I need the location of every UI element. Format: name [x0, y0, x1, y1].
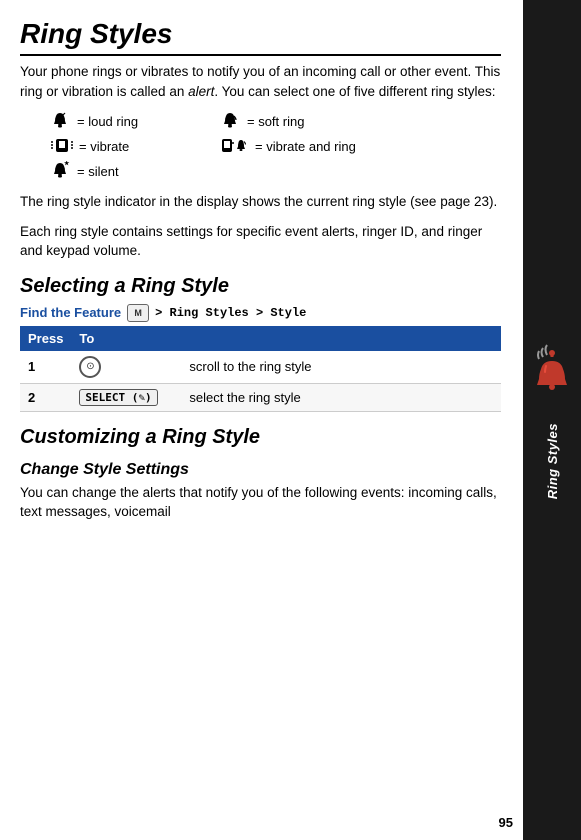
silent-label: = silent	[77, 164, 119, 179]
ring-settings-text: Each ring style contains settings for sp…	[20, 222, 501, 261]
soft-ring-label: = soft ring	[247, 114, 304, 129]
right-sidebar: Ring Styles	[523, 0, 581, 840]
icon-grid: = loud ring = soft ring	[50, 111, 501, 182]
sidebar-label: Ring Styles	[545, 423, 560, 499]
select-button-icon: SELECT (✎)	[79, 389, 157, 406]
col-to-header: To	[71, 326, 501, 351]
svg-text:★: ★	[64, 161, 70, 167]
icon-soft-ring: = soft ring	[220, 111, 380, 132]
to-select: select the ring style	[181, 383, 501, 411]
to-scroll: scroll to the ring style	[181, 351, 501, 384]
vibrate-ring-icon	[220, 136, 250, 157]
page-number: 95	[499, 815, 513, 830]
sidebar-bell-area: Ring Styles	[529, 341, 575, 499]
loud-ring-icon	[50, 111, 72, 132]
soft-ring-icon	[220, 111, 242, 132]
change-style-subheading: Change Style Settings	[20, 461, 501, 479]
vibrate-label: = vibrate	[79, 139, 129, 154]
press-nav: ⊙	[71, 351, 181, 384]
icon-silent: ★ = silent	[50, 161, 210, 182]
selecting-heading: Selecting a Ring Style	[20, 275, 501, 298]
vibrate-icon	[50, 136, 74, 157]
customizing-heading: Customizing a Ring Style	[20, 426, 501, 449]
loud-ring-label: = loud ring	[77, 114, 138, 129]
col-press-header: Press	[20, 326, 71, 351]
intro-paragraph: Your phone rings or vibrates to notify y…	[20, 62, 501, 101]
menu-icon: M	[127, 304, 149, 322]
table-row: 1 ⊙ scroll to the ring style	[20, 351, 501, 384]
page-title: Ring Styles	[20, 18, 501, 56]
page-container: Ring Styles Your phone rings or vibrates…	[0, 0, 581, 840]
step-1: 1	[20, 351, 71, 384]
table-header-row: Press To	[20, 326, 501, 351]
icon-loud-ring: = loud ring	[50, 111, 210, 132]
find-feature-path: > Ring Styles > Style	[155, 306, 306, 320]
find-feature-row: Find the Feature M > Ring Styles > Style	[20, 304, 501, 322]
press-select: SELECT (✎)	[71, 383, 181, 411]
icon-vibrate: = vibrate	[50, 136, 210, 157]
table-row: 2 SELECT (✎) select the ring style	[20, 383, 501, 411]
customizing-paragraph: You can change the alerts that notify yo…	[20, 483, 501, 522]
step-2: 2	[20, 383, 71, 411]
bell-illustration	[529, 341, 575, 399]
find-feature-label: Find the Feature	[20, 305, 121, 320]
steps-table: Press To 1 ⊙ scroll to the ring style 2 …	[20, 326, 501, 412]
vibrate-ring-label: = vibrate and ring	[255, 139, 356, 154]
icon-vibrate-ring: = vibrate and ring	[220, 136, 380, 157]
silent-icon: ★	[50, 161, 72, 182]
ring-indicator-text: The ring style indicator in the display …	[20, 192, 501, 212]
nav-circle-icon: ⊙	[79, 356, 101, 378]
